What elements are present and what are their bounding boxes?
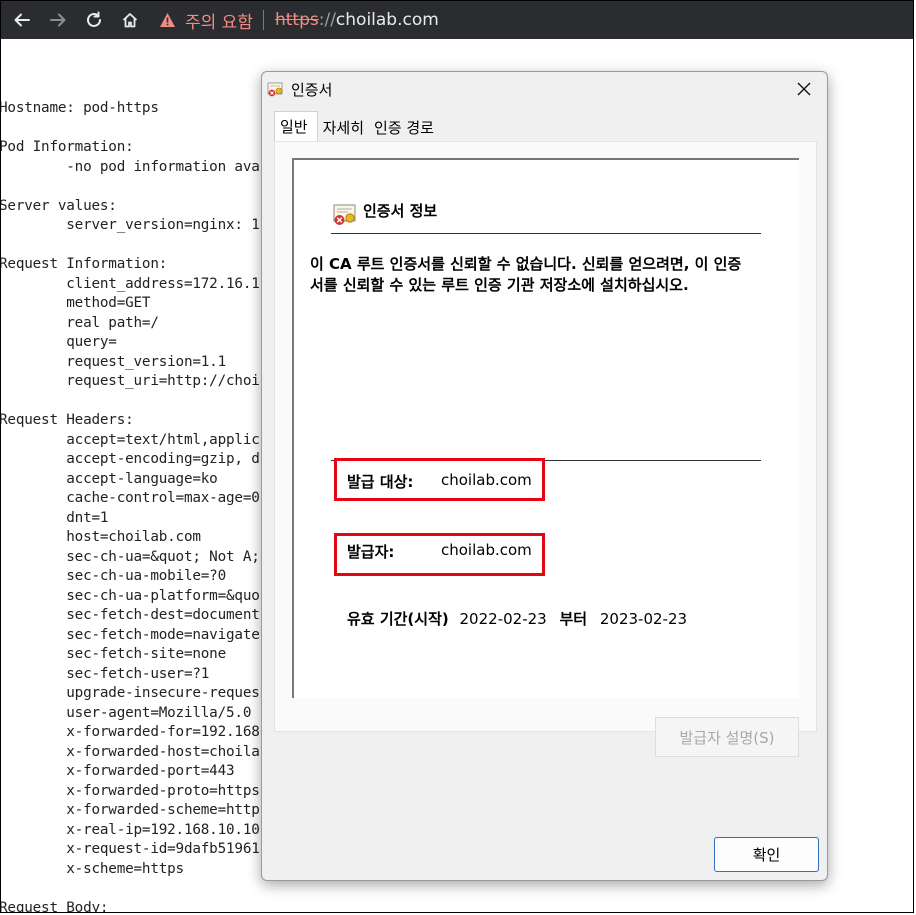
warning-triangle-icon	[160, 13, 175, 27]
close-icon	[797, 82, 811, 96]
close-button[interactable]	[787, 75, 821, 103]
home-icon[interactable]	[115, 5, 145, 35]
reload-icon[interactable]	[79, 5, 109, 35]
highlight-issued-to	[334, 458, 545, 501]
forward-arrow-icon[interactable]	[43, 5, 73, 35]
security-warning[interactable]: 주의 요함	[159, 5, 253, 35]
url-host: choilab.com	[335, 10, 439, 30]
validity-row: 유효 기간(시작) 2022-02-23 부터 2023-02-23	[347, 608, 687, 629]
certificate-info-title: 인증서 정보	[363, 202, 438, 220]
tab-details[interactable]: 자세히	[318, 112, 369, 142]
valid-to-date: 2023-02-23	[599, 610, 688, 628]
url-scheme: https	[274, 10, 319, 30]
dialog-tabs: 일반 자세히 인증 경로	[274, 111, 439, 143]
certificate-error-icon	[333, 204, 356, 225]
back-arrow-icon[interactable]	[7, 5, 37, 35]
url-slashes: ://	[318, 10, 336, 30]
certificate-dialog: 인증서 일반 자세히 인증 경로 인증서 정보 이 CA 루트 인증서를 신뢰할…	[261, 71, 828, 881]
divider	[331, 233, 761, 234]
address-bar-url[interactable]: https://choilab.com	[275, 10, 439, 30]
tab-general[interactable]: 일반	[274, 111, 318, 143]
dialog-title: 인증서	[291, 81, 333, 99]
url-separator	[262, 10, 264, 30]
browser-toolbar: 주의 요함 https://choilab.com	[1, 1, 913, 39]
certificate-error-icon	[267, 82, 283, 97]
valid-from-date: 2022-02-23	[459, 610, 547, 628]
ok-button[interactable]: 확인	[714, 837, 819, 872]
dialog-title-bar[interactable]: 인증서	[262, 72, 827, 104]
certificate-info-box: 인증서 정보 이 CA 루트 인증서를 신뢰할 수 없습니다. 신뢰를 얻으려면…	[292, 158, 799, 698]
issuer-statement-button[interactable]: 발급자 설명(S)	[655, 717, 799, 757]
validity-label: 유효 기간(시작)	[347, 610, 449, 628]
security-warning-text: 주의 요함	[185, 12, 253, 33]
trust-warning-message: 이 CA 루트 인증서를 신뢰할 수 없습니다. 신뢰를 얻으려면, 이 인증서…	[310, 255, 742, 294]
tab-certification-path[interactable]: 인증 경로	[369, 112, 439, 142]
highlight-issued-by	[334, 533, 545, 576]
screenshot-frame: 주의 요함 https://choilab.com Hostname: pod-…	[0, 0, 914, 913]
validity-to-label: 부터	[559, 610, 588, 628]
